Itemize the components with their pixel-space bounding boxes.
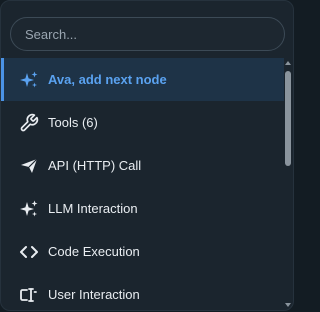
node-list: Ava, add next node Tools (6) API (HTTP) … (1, 58, 284, 310)
menu-item-code-execution[interactable]: Code Execution (1, 230, 284, 273)
scrollbar[interactable] (285, 61, 291, 307)
user-interaction-icon (19, 285, 39, 305)
sparkles-icon (19, 199, 39, 219)
code-icon (19, 242, 39, 262)
send-icon (19, 156, 39, 176)
menu-item-tools[interactable]: Tools (6) (1, 101, 284, 144)
menu-item-ava-add-next-node[interactable]: Ava, add next node (1, 58, 284, 101)
scroll-down-arrow-icon[interactable] (285, 303, 291, 307)
menu-item-label: LLM Interaction (48, 201, 138, 216)
menu-item-label: API (HTTP) Call (48, 158, 142, 173)
menu-item-llm-interaction[interactable]: LLM Interaction (1, 187, 284, 230)
menu-item-label: User Interaction (48, 287, 140, 302)
wrench-icon (19, 113, 39, 133)
sparkles-icon (19, 70, 39, 90)
menu-item-label: Tools (6) (48, 115, 98, 130)
menu-item-label: Code Execution (48, 244, 140, 259)
menu-item-user-interaction[interactable]: User Interaction (1, 273, 284, 310)
node-picker-menu: Ava, add next node Tools (6) API (HTTP) … (0, 0, 294, 311)
menu-item-api-http-call[interactable]: API (HTTP) Call (1, 144, 284, 187)
menu-item-label: Ava, add next node (48, 72, 167, 87)
scrollbar-thumb[interactable] (285, 71, 291, 166)
scroll-up-arrow-icon[interactable] (285, 61, 291, 65)
search-input[interactable] (10, 17, 285, 51)
